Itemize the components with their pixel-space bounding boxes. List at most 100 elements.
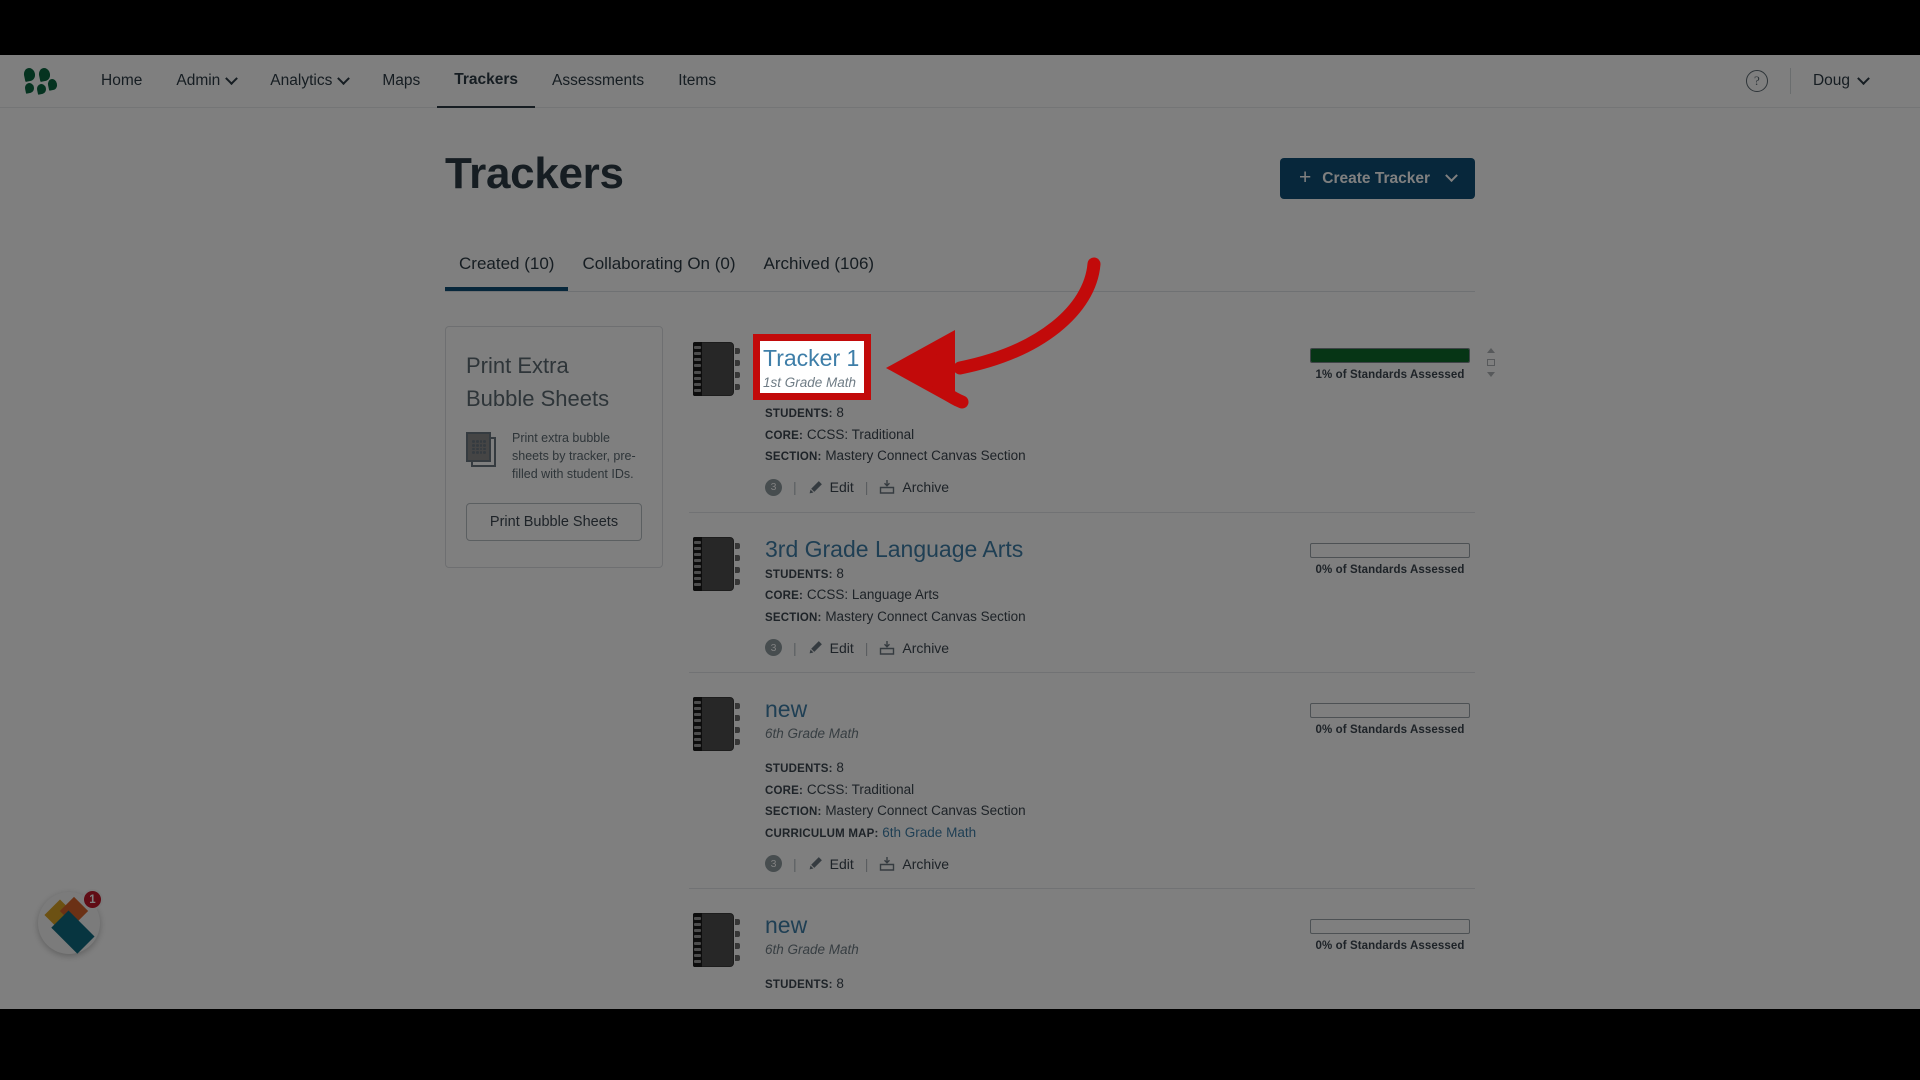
collaborator-count-badge[interactable]: 3 — [765, 639, 782, 656]
standards-progress-label: 0% of Standards Assessed — [1315, 940, 1465, 952]
archive-action[interactable]: Archive — [879, 479, 949, 495]
edit-label: Edit — [829, 639, 854, 656]
bubble-card-title-line1: Print Extra — [466, 353, 569, 378]
tracker-progress: 1% of Standards Assessed — [1305, 338, 1495, 496]
core-label: CORE: — [765, 590, 804, 602]
edit-label: Edit — [829, 855, 854, 872]
plus-icon: + — [1299, 165, 1312, 189]
edit-action[interactable]: Edit — [808, 856, 854, 872]
tracker-section-row: SECTION: Mastery Connect Canvas Section — [765, 801, 1305, 823]
archive-action[interactable]: Archive — [879, 856, 949, 872]
collaborator-count-badge[interactable]: 3 — [765, 855, 782, 872]
tracker-meta: STUDENTS: 8 CORE: CCSS: Language Arts SE… — [765, 564, 1305, 629]
nav-item-admin[interactable]: Admin — [159, 55, 253, 107]
two-column-layout: Print Extra Bubble Sheets Print extra bu… — [445, 326, 1495, 1009]
standards-progress-label: 1% of Standards Assessed — [1315, 369, 1465, 381]
nav-label-home: Home — [101, 72, 143, 89]
standards-progress-bar — [1310, 348, 1470, 363]
tracker-subtitle: 6th Grade Math — [765, 942, 859, 957]
letterbox-bottom — [0, 1009, 1920, 1080]
students-label: STUDENTS: — [765, 408, 833, 420]
tracker-meta: STUDENTS: 8 — [765, 974, 1305, 996]
nav-item-trackers[interactable]: Trackers — [437, 55, 536, 108]
archive-box-icon — [880, 640, 895, 655]
tab-archived[interactable]: Archived (106) — [750, 244, 889, 291]
tracker-core-row: CORE: CCSS: Language Arts — [765, 585, 1305, 607]
archive-action[interactable]: Archive — [879, 640, 949, 656]
tab-created[interactable]: Created (10) — [445, 244, 569, 291]
user-menu[interactable]: Doug — [1813, 71, 1896, 90]
curriculum-map-label: CURRICULUM MAP: — [765, 827, 879, 840]
tracker-notebook-icon — [693, 913, 740, 967]
tracker-info: 3rd Grade Language Arts STUDENTS: 8 CORE… — [765, 533, 1305, 656]
core-label: CORE: — [765, 784, 804, 797]
section-value: Mastery Connect Canvas Section — [825, 608, 1026, 624]
reorder-handle[interactable] — [1485, 348, 1497, 377]
nav-label-items: Items — [678, 72, 717, 89]
action-divider: | — [793, 855, 797, 872]
top-navigation-bar: Home Admin Analytics Maps Trackers Asses… — [0, 55, 1920, 108]
tracker-row: 3rd Grade Language Arts STUDENTS: 8 CORE… — [689, 513, 1475, 673]
action-divider: | — [793, 639, 797, 656]
tab-collaborating-on[interactable]: Collaborating On (0) — [568, 244, 749, 291]
tracker-progress: 0% of Standards Assessed — [1305, 909, 1475, 996]
section-label: SECTION: — [765, 451, 822, 463]
tracker-notebook-icon — [693, 536, 740, 591]
nav-label-admin: Admin — [176, 72, 221, 89]
core-label: CORE: — [765, 429, 804, 442]
edit-action[interactable]: Edit — [808, 640, 854, 656]
nav-item-assessments[interactable]: Assessments — [535, 55, 661, 107]
pencil-icon — [809, 857, 822, 870]
nav-item-home[interactable]: Home — [84, 55, 159, 107]
tracker-info: Tracker 1 1st Grade Math STUDENTS: 8 COR… — [765, 338, 1305, 496]
tracker-students-row: STUDENTS: 8 — [765, 564, 1305, 586]
action-divider: | — [793, 479, 797, 495]
students-value: 8 — [836, 405, 844, 420]
bubble-card-description: Print extra bubble sheets by tracker, pr… — [512, 431, 636, 481]
archive-box-icon — [880, 480, 895, 494]
tracker-section-row: SECTION: Mastery Connect Canvas Section — [765, 446, 1305, 468]
tracker-name-link[interactable]: new — [765, 911, 807, 940]
pencil-icon — [809, 480, 822, 493]
standards-progress-bar — [1310, 542, 1470, 558]
nav-item-maps[interactable]: Maps — [365, 55, 437, 107]
nav-label-trackers: Trackers — [454, 71, 519, 88]
action-divider: | — [864, 479, 869, 495]
nav-item-analytics[interactable]: Analytics — [253, 55, 365, 107]
tracker-subtitle: 1st Grade Math — [765, 371, 859, 386]
archive-label: Archive — [902, 855, 950, 872]
pencil-icon — [809, 641, 822, 654]
content-container: Trackers + Create Tracker Created (10) C… — [445, 148, 1495, 1009]
tracker-progress: 0% of Standards Assessed — [1305, 693, 1475, 872]
collaborator-count-badge[interactable]: 3 — [765, 478, 782, 496]
nav-item-items[interactable]: Items — [661, 55, 733, 107]
print-extra-bubble-sheets-card: Print Extra Bubble Sheets Print extra bu… — [445, 326, 663, 568]
action-divider: | — [864, 639, 869, 656]
notification-badge: 1 — [82, 889, 103, 910]
edit-action[interactable]: Edit — [808, 479, 854, 495]
tracker-actions: 3 | Edit | Archive — [765, 855, 1305, 872]
students-value: 8 — [836, 976, 844, 991]
curriculum-map-link[interactable]: 6th Grade Math — [882, 825, 976, 840]
help-resource-center-widget[interactable]: 1 — [38, 889, 103, 954]
tracker-progress: 0% of Standards Assessed — [1305, 533, 1475, 657]
chevron-down-icon — [225, 71, 239, 85]
tracker-core-row: CORE: CCSS: Traditional — [765, 780, 1305, 802]
tracker-core-row: CORE: CCSS: Traditional — [765, 425, 1305, 447]
core-value: CCSS: Language Arts — [806, 587, 939, 602]
tracker-actions: 3 | Edit | Archive — [765, 639, 1305, 656]
tracker-name-link[interactable]: 3rd Grade Language Arts — [765, 535, 1023, 564]
mastery-connect-logo-icon[interactable] — [22, 66, 59, 95]
tracker-info: new 6th Grade Math STUDENTS: 8 CORE: CCS… — [765, 693, 1305, 872]
tracker-row: new 6th Grade Math STUDENTS: 8 0% of Sta… — [689, 889, 1475, 1009]
create-tracker-button[interactable]: + Create Tracker — [1280, 158, 1475, 199]
help-icon[interactable]: ? — [1745, 70, 1768, 92]
archive-label: Archive — [902, 639, 950, 656]
tracker-curriculum-map-row: CURRICULUM MAP: 6th Grade Math — [765, 823, 1305, 845]
section-value: Mastery Connect Canvas Section — [825, 803, 1026, 818]
archive-label: Archive — [902, 479, 950, 495]
nav-label-assessments: Assessments — [552, 72, 645, 89]
tracker-name-link[interactable]: Tracker 1 — [765, 340, 861, 369]
tracker-name-link[interactable]: new — [765, 695, 807, 724]
print-bubble-sheets-button[interactable]: Print Bubble Sheets — [466, 503, 642, 541]
